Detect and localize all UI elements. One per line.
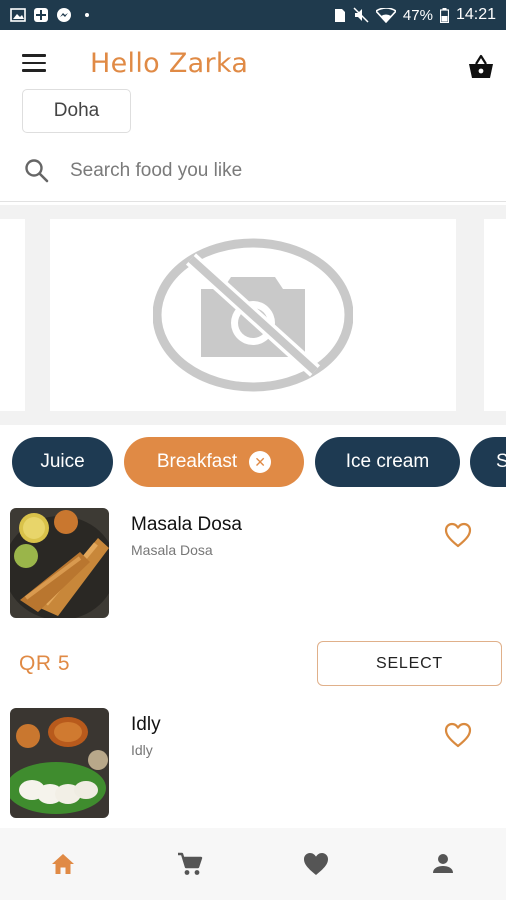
category-chip-breakfast[interactable]: Breakfast ✕ bbox=[124, 437, 304, 487]
favorite-heart-icon[interactable] bbox=[444, 522, 472, 548]
mute-icon bbox=[353, 7, 369, 23]
bottom-navigation bbox=[0, 828, 506, 900]
nav-profile[interactable] bbox=[380, 828, 506, 900]
category-chip-juice[interactable]: Juice bbox=[12, 437, 113, 487]
product-name: Masala Dosa bbox=[131, 514, 242, 535]
banner-card-next[interactable] bbox=[484, 219, 506, 411]
product-subtitle: Masala Dosa bbox=[131, 542, 213, 558]
heart-icon[interactable] bbox=[302, 850, 330, 878]
product-image[interactable] bbox=[10, 708, 109, 818]
category-chip-ice-cream[interactable]: Ice cream bbox=[315, 437, 460, 487]
location-chip[interactable]: Doha bbox=[22, 89, 131, 133]
app-notification-icon bbox=[34, 8, 48, 22]
category-chip-label: S bbox=[496, 451, 506, 472]
select-button[interactable]: SELECT bbox=[317, 641, 502, 686]
no-image-placeholder-icon bbox=[153, 238, 353, 392]
wifi-icon bbox=[375, 7, 396, 23]
product-price: QR 5 bbox=[19, 652, 71, 675]
banner-carousel[interactable] bbox=[0, 205, 506, 425]
battery-percentage: 47% bbox=[402, 6, 433, 24]
category-chip-label: Breakfast bbox=[156, 451, 238, 472]
location-label: Doha bbox=[53, 100, 100, 121]
banner-card-previous[interactable] bbox=[0, 219, 25, 411]
battery-icon bbox=[439, 7, 449, 23]
product-item[interactable]: Idly Idly bbox=[0, 708, 506, 820]
category-chip-label: Ice cream bbox=[345, 451, 430, 472]
search-input[interactable] bbox=[70, 156, 470, 186]
app-header: Hello Zarka bbox=[0, 30, 506, 92]
more-notifications-dot bbox=[85, 13, 89, 17]
status-notifications bbox=[10, 7, 89, 23]
cart-icon[interactable] bbox=[176, 850, 204, 878]
category-chip-label: Juice bbox=[40, 451, 85, 472]
nav-home[interactable] bbox=[0, 828, 127, 900]
banner-card-current[interactable] bbox=[50, 219, 456, 411]
chip-remove-icon[interactable]: ✕ bbox=[249, 451, 272, 473]
product-name: Idly bbox=[131, 714, 161, 735]
home-icon[interactable] bbox=[49, 850, 77, 878]
category-chips: Juice Breakfast ✕ Ice cream S bbox=[0, 437, 506, 487]
product-image[interactable] bbox=[10, 508, 109, 618]
nav-favorites[interactable] bbox=[253, 828, 380, 900]
nav-cart[interactable] bbox=[127, 828, 254, 900]
product-item[interactable]: Masala Dosa Masala Dosa bbox=[0, 508, 506, 620]
messenger-notification-icon bbox=[57, 8, 71, 22]
favorite-heart-icon[interactable] bbox=[444, 722, 472, 748]
status-bar: 47% 14:21 bbox=[0, 0, 506, 30]
gallery-notification-icon bbox=[10, 8, 26, 22]
sim-icon bbox=[334, 8, 345, 22]
greeting-title: Hello Zarka bbox=[90, 48, 249, 79]
basket-icon[interactable] bbox=[466, 52, 496, 82]
status-time: 14:21 bbox=[455, 6, 496, 23]
status-system: 47% 14:21 bbox=[334, 6, 496, 24]
search-icon[interactable] bbox=[24, 158, 50, 184]
search-bar bbox=[0, 142, 506, 202]
hamburger-menu-icon[interactable] bbox=[22, 54, 48, 74]
category-chip-partial[interactable]: S bbox=[470, 437, 506, 487]
product-subtitle: Idly bbox=[131, 742, 153, 758]
person-icon[interactable] bbox=[429, 850, 457, 878]
